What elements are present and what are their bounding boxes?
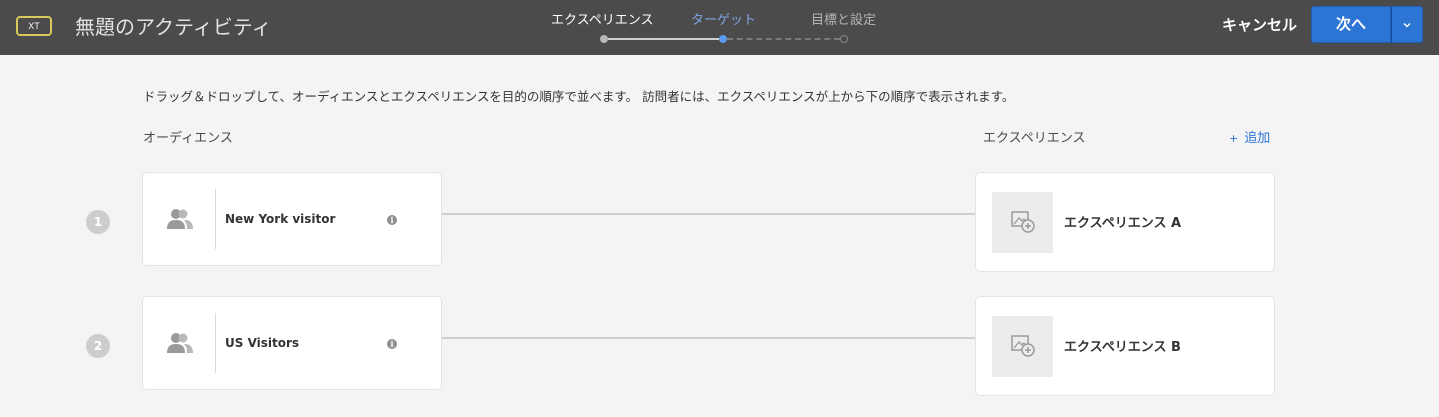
step-progress-line-pending — [727, 38, 840, 40]
add-image-icon — [1011, 335, 1035, 357]
top-bar: XT 無題のアクティビティ エクスペリエンス ターゲット 目標と設定 キャンセル… — [0, 0, 1439, 55]
cancel-button[interactable]: キャンセル — [1222, 14, 1297, 36]
step-goals-dot — [840, 35, 848, 43]
experience-column-header: エクスペリエンス — [983, 131, 1086, 146]
row-number: 1 — [86, 210, 110, 234]
audience-name: US Visitors — [225, 336, 300, 350]
step-progress-line-completed — [608, 38, 719, 40]
audience-name: New York visitor — [225, 212, 336, 226]
activity-type-badge: XT — [16, 16, 52, 36]
audience-card[interactable]: US Visitors i — [142, 296, 442, 390]
step-goals-settings[interactable]: 目標と設定 — [811, 12, 876, 30]
step-experience[interactable]: エクスペリエンス — [551, 12, 653, 30]
experience-thumbnail[interactable] — [992, 192, 1053, 253]
plus-icon: + — [1229, 132, 1239, 145]
step-experience-dot — [600, 35, 608, 43]
audience-icon — [167, 209, 193, 229]
next-options-button[interactable] — [1391, 6, 1423, 43]
experience-name: エクスペリエンス A — [1064, 216, 1182, 231]
audience-column-header: オーディエンス — [143, 131, 233, 146]
card-divider — [215, 189, 216, 249]
connector-line — [442, 213, 975, 215]
add-label: 追加 — [1244, 131, 1271, 146]
activity-title[interactable]: 無題のアクティビティ — [75, 13, 272, 41]
step-target-dot — [719, 35, 727, 43]
experience-card[interactable]: エクスペリエンス A — [975, 172, 1275, 272]
step-target[interactable]: ターゲット — [691, 12, 756, 30]
experience-name: エクスペリエンス B — [1064, 340, 1181, 355]
card-divider — [215, 313, 216, 373]
audience-icon — [167, 333, 193, 353]
add-image-icon — [1011, 211, 1035, 233]
info-icon[interactable]: i — [387, 215, 397, 225]
info-icon[interactable]: i — [387, 339, 397, 349]
audience-card[interactable]: New York visitor i — [142, 172, 442, 266]
chevron-down-icon — [1403, 23, 1411, 28]
experience-card[interactable]: エクスペリエンス B — [975, 296, 1275, 396]
add-experience-link[interactable]: + 追加 — [1229, 130, 1270, 148]
instructions-text: ドラッグ＆ドロップして、オーディエンスとエクスペリエンスを目的の順序で並べます。… — [143, 89, 1015, 104]
next-button[interactable]: 次へ — [1311, 6, 1391, 43]
experience-thumbnail[interactable] — [992, 316, 1053, 377]
connector-line — [442, 337, 975, 339]
row-number: 2 — [86, 334, 110, 358]
